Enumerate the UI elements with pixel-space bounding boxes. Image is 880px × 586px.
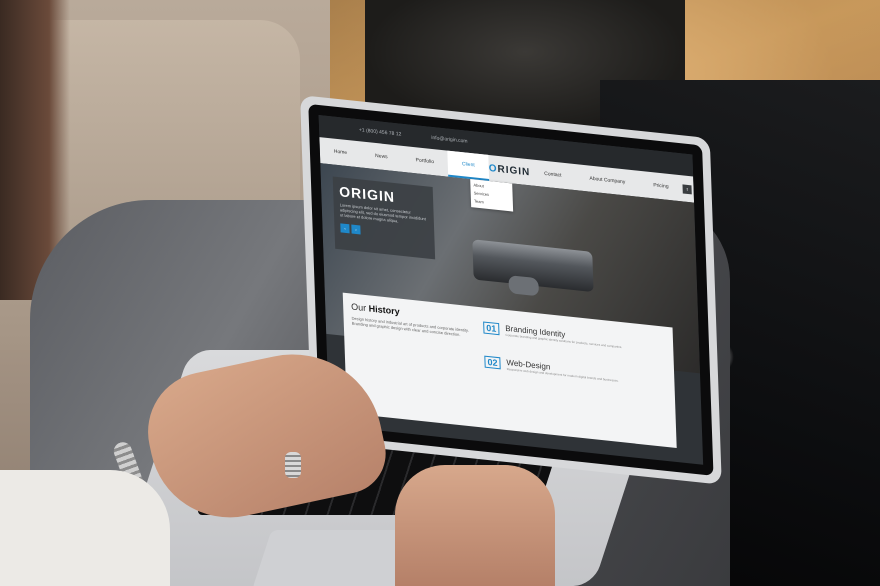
ring <box>285 452 301 478</box>
hero-box: ORIGIN Lorem ipsum dolor sit amet, conse… <box>332 176 436 260</box>
social-links: f t in g+ rss <box>682 183 703 199</box>
phone-text: +1 (800) 456 78 12 <box>358 127 402 138</box>
next-arrow-icon[interactable]: › <box>351 224 361 235</box>
camera-lens <box>508 275 540 297</box>
site-logo[interactable]: ORIGIN <box>489 162 531 177</box>
nav-about[interactable]: About Company <box>575 174 639 187</box>
hero-buttons: ‹ › <box>340 223 428 241</box>
feature-number: 01 <box>483 321 500 336</box>
nav-portfolio[interactable]: Portfolio <box>402 156 449 167</box>
client-dropdown: About Services Team <box>470 179 514 212</box>
white-shirt-sleeve <box>0 470 170 586</box>
feature-number: 02 <box>484 355 501 370</box>
feature-webdesign: 02 Web-Design Responsive web design and … <box>484 355 636 385</box>
right-hand <box>395 465 555 586</box>
email-text[interactable]: info@origin.com <box>431 135 467 145</box>
facebook-icon[interactable]: f <box>682 183 692 194</box>
nav-pricing[interactable]: Pricing <box>639 181 682 192</box>
nav-home[interactable]: Home <box>320 147 362 157</box>
prev-arrow-icon[interactable]: ‹ <box>340 223 350 234</box>
twitter-icon[interactable]: t <box>693 185 703 196</box>
nav-news[interactable]: News <box>361 151 402 161</box>
nav-contact[interactable]: Contact <box>530 169 575 180</box>
